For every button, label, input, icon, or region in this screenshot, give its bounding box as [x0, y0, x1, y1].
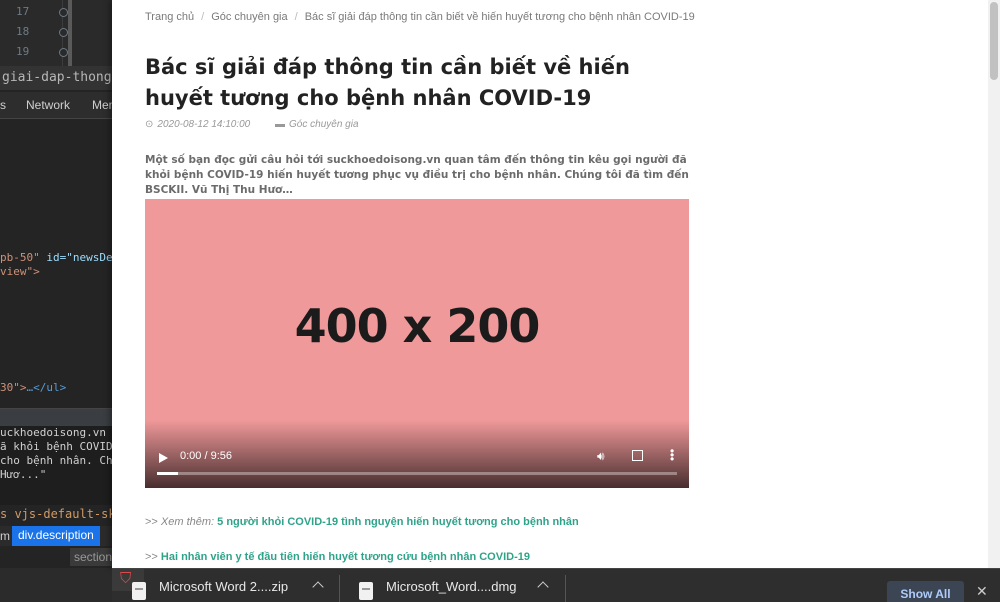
download-item[interactable]: Microsoft Word 2....zip [112, 569, 340, 602]
close-icon[interactable]: ✕ [976, 583, 988, 600]
chevron-up-icon[interactable] [537, 581, 549, 593]
editor-scrollbar[interactable] [68, 0, 72, 66]
dom-breadcrumb-selected[interactable]: div.description [12, 526, 100, 546]
clock-icon: ⊙ [145, 119, 154, 130]
show-all-button[interactable]: Show All [887, 581, 964, 602]
file-icon [359, 582, 373, 600]
volume-icon[interactable]: 🔊︎ [597, 449, 605, 464]
console-output: uckhoedoisong.vn q ã khỏi bệnh COVID- ch… [0, 408, 112, 505]
play-icon[interactable] [159, 453, 168, 463]
video-time: 0:00 / 9:56 [180, 450, 232, 462]
folder-icon: ▬ [275, 119, 286, 130]
console-line: cho bệnh nhân. Ch [0, 454, 112, 467]
breakpoint-marker[interactable] [59, 48, 68, 57]
related-link[interactable]: Hai nhân viên y tế đầu tiên hiến huyết t… [161, 551, 530, 563]
video-player[interactable]: 400 x 200 0:00 / 9:56 🔊︎ • • • [145, 199, 689, 488]
console-line: uckhoedoisong.vn q [0, 426, 112, 439]
related-link-row: >> Hai nhân viên y tế đầu tiên hiến huyế… [145, 551, 530, 563]
breakpoint-marker[interactable] [59, 28, 68, 37]
devtools-tabs: s Network Mem [0, 92, 112, 119]
chevron-up-icon[interactable] [312, 581, 324, 593]
article-container: Trang chủ / Góc chuyên gia / Bác sĩ giải đáp… [112, 0, 988, 568]
tab-sources[interactable]: s [0, 98, 6, 112]
download-filename: Microsoft_Word....dmg [386, 579, 517, 594]
download-bar: ⛉ Microsoft Word 2....zip Microsoft_Word… [112, 568, 1000, 602]
line-number: 18 [16, 25, 30, 38]
video-progress-fill [157, 472, 178, 475]
browser-page: Trang chủ / Góc chuyên gia / Bác sĩ giải đáp… [112, 0, 988, 568]
breakpoint-marker[interactable] [59, 8, 68, 17]
console-line: Hươ..." [0, 468, 47, 481]
article-summary: Một số bạn đọc gửi câu hỏi tới suckhoedo… [145, 154, 689, 196]
article-meta: ⊙ 2020-08-12 14:10:00 ▬ Góc chuyên gia [145, 119, 359, 130]
dom-breadcrumb-item[interactable]: m [0, 529, 10, 543]
related-link-row: >> Xem thêm: 5 người khỏi COVID-19 tình … [145, 516, 579, 528]
dom-code-line[interactable]: 30">…</ul> [0, 381, 66, 394]
tab-memory[interactable]: Mem [92, 98, 112, 112]
article-date: 2020-08-12 14:10:00 [157, 119, 251, 130]
more-options-icon[interactable]: • • • [670, 445, 674, 465]
section-tooltip: section [70, 548, 112, 566]
video-progress-track[interactable] [157, 472, 677, 475]
console-highlight [0, 409, 112, 426]
line-number: 17 [16, 5, 30, 18]
breadcrumb-separator: / [294, 11, 298, 23]
breadcrumb-separator: / [201, 11, 205, 23]
download-item[interactable]: Microsoft_Word....dmg [339, 569, 567, 602]
fullscreen-icon[interactable] [632, 450, 643, 461]
related-label: Xem thêm: [160, 516, 215, 528]
article-category[interactable]: Góc chuyên gia [289, 119, 359, 130]
related-link[interactable]: 5 người khỏi COVID-19 tình nguyện hiến h… [217, 516, 579, 528]
download-divider [565, 575, 566, 602]
breadcrumb: Trang chủ / Góc chuyên gia / Bác sĩ giải đáp… [145, 11, 695, 23]
breadcrumb-category[interactable]: Góc chuyên gia [211, 11, 287, 23]
video-placeholder: 400 x 200 [294, 299, 541, 353]
page-scrollbar[interactable] [988, 0, 1000, 568]
download-filename: Microsoft Word 2....zip [159, 579, 289, 594]
line-number: 19 [16, 45, 30, 58]
dom-breadcrumb: m div.description [0, 526, 112, 546]
video-controls: 0:00 / 9:56 🔊︎ • • • [145, 444, 689, 488]
class-list-text: s vjs-default-ski [0, 507, 112, 521]
devtools-panel: 17 18 19 giai-dap-thong-tin s Network Me… [0, 0, 112, 568]
editor-gutter: 17 18 19 [0, 0, 112, 66]
file-icon [132, 582, 146, 600]
console-line: ã khỏi bệnh COVID- [0, 440, 112, 453]
tab-network[interactable]: Network [26, 98, 70, 112]
dom-code-line[interactable]: view"> [0, 265, 40, 278]
dom-code-line[interactable]: pb-50" id="newsDe [0, 251, 112, 264]
breadcrumb-current: Bác sĩ giải đáp thông tin cần biết về hi… [304, 11, 695, 23]
breadcrumb-home[interactable]: Trang chủ [145, 11, 194, 23]
article-title: Bác sĩ giải đáp thông tin cần biết về hi… [145, 55, 630, 110]
scrollbar-thumb[interactable] [990, 2, 998, 80]
url-tab[interactable]: giai-dap-thong-tin [0, 66, 112, 90]
